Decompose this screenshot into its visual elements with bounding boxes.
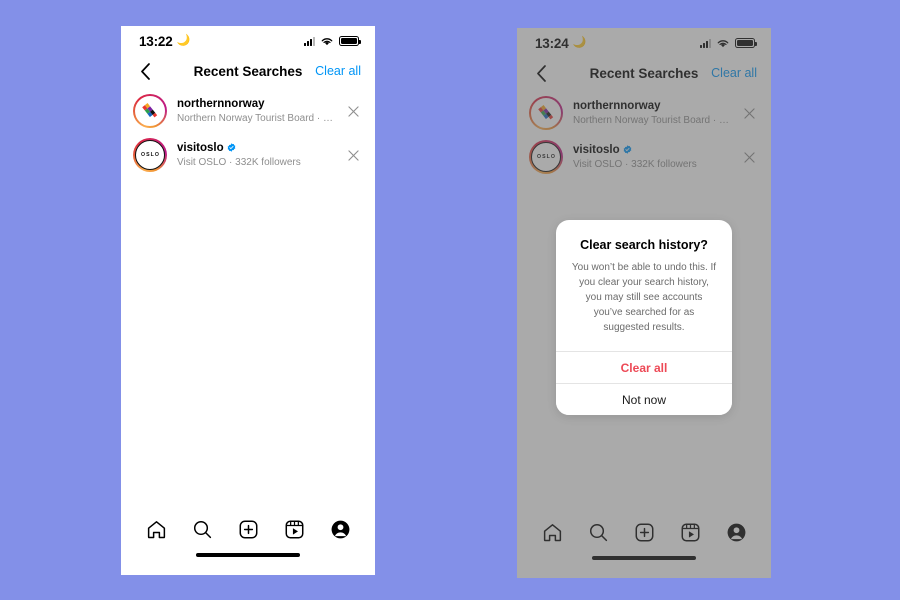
nav-add-post-icon[interactable]	[235, 516, 261, 542]
status-bar-left: 13:22 🌙	[139, 34, 190, 49]
avatar[interactable]	[133, 94, 167, 128]
clear-all-button[interactable]: Clear all	[315, 64, 361, 78]
list-item[interactable]: northernnorway Northern Norway Tourist B…	[121, 89, 375, 133]
close-icon[interactable]	[345, 103, 361, 119]
status-bar: 13:22 🌙	[121, 26, 375, 56]
avatar-image-visitoslo: OSLO	[135, 140, 165, 170]
list-item-text: northernnorway Northern Norway Tourist B…	[177, 97, 335, 126]
dialog-message: You won’t be able to undo this. If you c…	[571, 262, 717, 333]
account-subtitle: Northern Norway Tourist Board · Followed…	[177, 112, 335, 124]
avatar-image-northernnorway	[135, 96, 165, 126]
account-username: northernnorway	[177, 97, 335, 111]
clear-search-history-dialog: Clear search history? You won’t be able …	[556, 220, 732, 415]
phone-right: 13:24 🌙 Recent Searches Clear all	[517, 28, 771, 578]
home-indicator[interactable]	[196, 553, 300, 557]
nav-profile-icon[interactable]	[327, 516, 353, 542]
northern-norway-logo-icon	[142, 103, 158, 120]
screen-right: 13:24 🌙 Recent Searches Clear all	[517, 28, 771, 578]
bottom-navigation	[121, 505, 375, 553]
wifi-icon	[321, 37, 333, 45]
verified-badge-icon	[227, 143, 235, 152]
nav-reels-icon[interactable]	[281, 516, 307, 542]
account-username: visitoslo	[177, 141, 335, 155]
username-text: visitoslo	[177, 141, 224, 154]
status-time: 13:22	[139, 33, 173, 49]
screen-left: 13:22 🌙 Recent Searches Clear all northe…	[121, 26, 375, 575]
header: Recent Searches Clear all	[121, 56, 375, 86]
avatar-text: OSLO	[140, 152, 161, 158]
dialog-body: Clear search history? You won’t be able …	[556, 220, 732, 351]
home-indicator-area	[121, 553, 375, 575]
dialog-title: Clear search history?	[580, 238, 708, 252]
username-text: northernnorway	[177, 97, 265, 110]
recent-searches-list: northernnorway Northern Norway Tourist B…	[121, 86, 375, 505]
phone-left: 13:22 🌙 Recent Searches Clear all northe…	[121, 26, 375, 575]
crescent-moon-icon: 🌙	[176, 34, 191, 46]
battery-full-icon	[339, 36, 361, 46]
list-item-text: visitoslo Visit OSLO · 332K followers	[177, 141, 335, 170]
status-bar-right	[304, 36, 361, 47]
nav-search-icon[interactable]	[189, 516, 215, 542]
cellular-signal-icon	[304, 36, 315, 46]
list-item[interactable]: OSLO visitoslo Visit OSLO · 332K followe…	[121, 133, 375, 177]
back-chevron-icon[interactable]	[135, 61, 155, 81]
dialog-confirm-button[interactable]: Clear all	[556, 351, 732, 383]
nav-home-icon[interactable]	[143, 516, 169, 542]
close-icon[interactable]	[345, 147, 361, 163]
avatar[interactable]: OSLO	[133, 138, 167, 172]
dialog-cancel-button[interactable]: Not now	[556, 383, 732, 415]
account-subtitle: Visit OSLO · 332K followers	[177, 156, 301, 168]
